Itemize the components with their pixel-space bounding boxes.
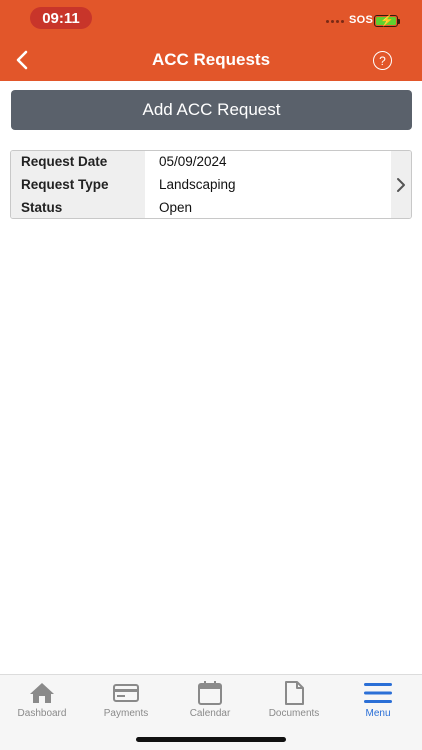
status-row: Status Open	[11, 197, 391, 218]
tab-menu[interactable]: Menu	[336, 675, 420, 725]
page-title: ACC Requests	[151, 50, 271, 69]
status-label: Status	[21, 200, 63, 215]
request-type-value: Landscaping	[159, 177, 236, 192]
request-date-label: Request Date	[21, 154, 108, 169]
tab-calendar[interactable]: Calendar	[168, 675, 252, 725]
menu-icon	[364, 683, 392, 703]
battery-cap	[398, 19, 400, 24]
help-circle-icon: ?	[379, 53, 386, 68]
calendar-icon	[198, 681, 222, 705]
charging-icon: ⚡	[380, 15, 394, 27]
tab-dashboard[interactable]: Dashboard	[0, 675, 84, 725]
request-type-row: Request Type Landscaping	[11, 174, 391, 197]
status-time: 09:11	[30, 7, 92, 29]
tab-dashboard-label: Dashboard	[17, 708, 67, 719]
add-acc-request-button[interactable]: Add ACC Request	[11, 90, 412, 130]
tab-payments-label: Payments	[103, 708, 149, 719]
tab-documents[interactable]: Documents	[252, 675, 336, 725]
request-type-label: Request Type	[21, 177, 109, 192]
credit-card-icon	[113, 684, 139, 702]
home-indicator	[136, 737, 286, 742]
carrier-label: SOS	[349, 14, 374, 26]
document-icon	[285, 681, 304, 705]
request-date-row: Request Date 05/09/2024	[11, 151, 391, 174]
status-bar: 09:11 SOS ⚡	[0, 0, 422, 38]
chevron-right-icon	[397, 177, 405, 192]
home-icon	[30, 683, 54, 703]
status-value: Open	[159, 200, 193, 215]
request-date-value: 05/09/2024	[159, 154, 227, 169]
signal-icon	[326, 20, 344, 23]
tab-documents-label: Documents	[268, 708, 320, 719]
nav-bar: ACC Requests ?	[0, 40, 422, 80]
chevron-column[interactable]	[391, 151, 411, 218]
tab-payments[interactable]: Payments	[84, 675, 168, 725]
help-button[interactable]: ?	[373, 51, 392, 70]
tab-menu-label: Menu	[365, 708, 391, 719]
app-header: 09:11 SOS ⚡ ACC Requests ?	[0, 0, 422, 81]
request-card[interactable]: Request Date 05/09/2024 Request Type Lan…	[10, 150, 412, 219]
tab-calendar-label: Calendar	[189, 708, 231, 719]
